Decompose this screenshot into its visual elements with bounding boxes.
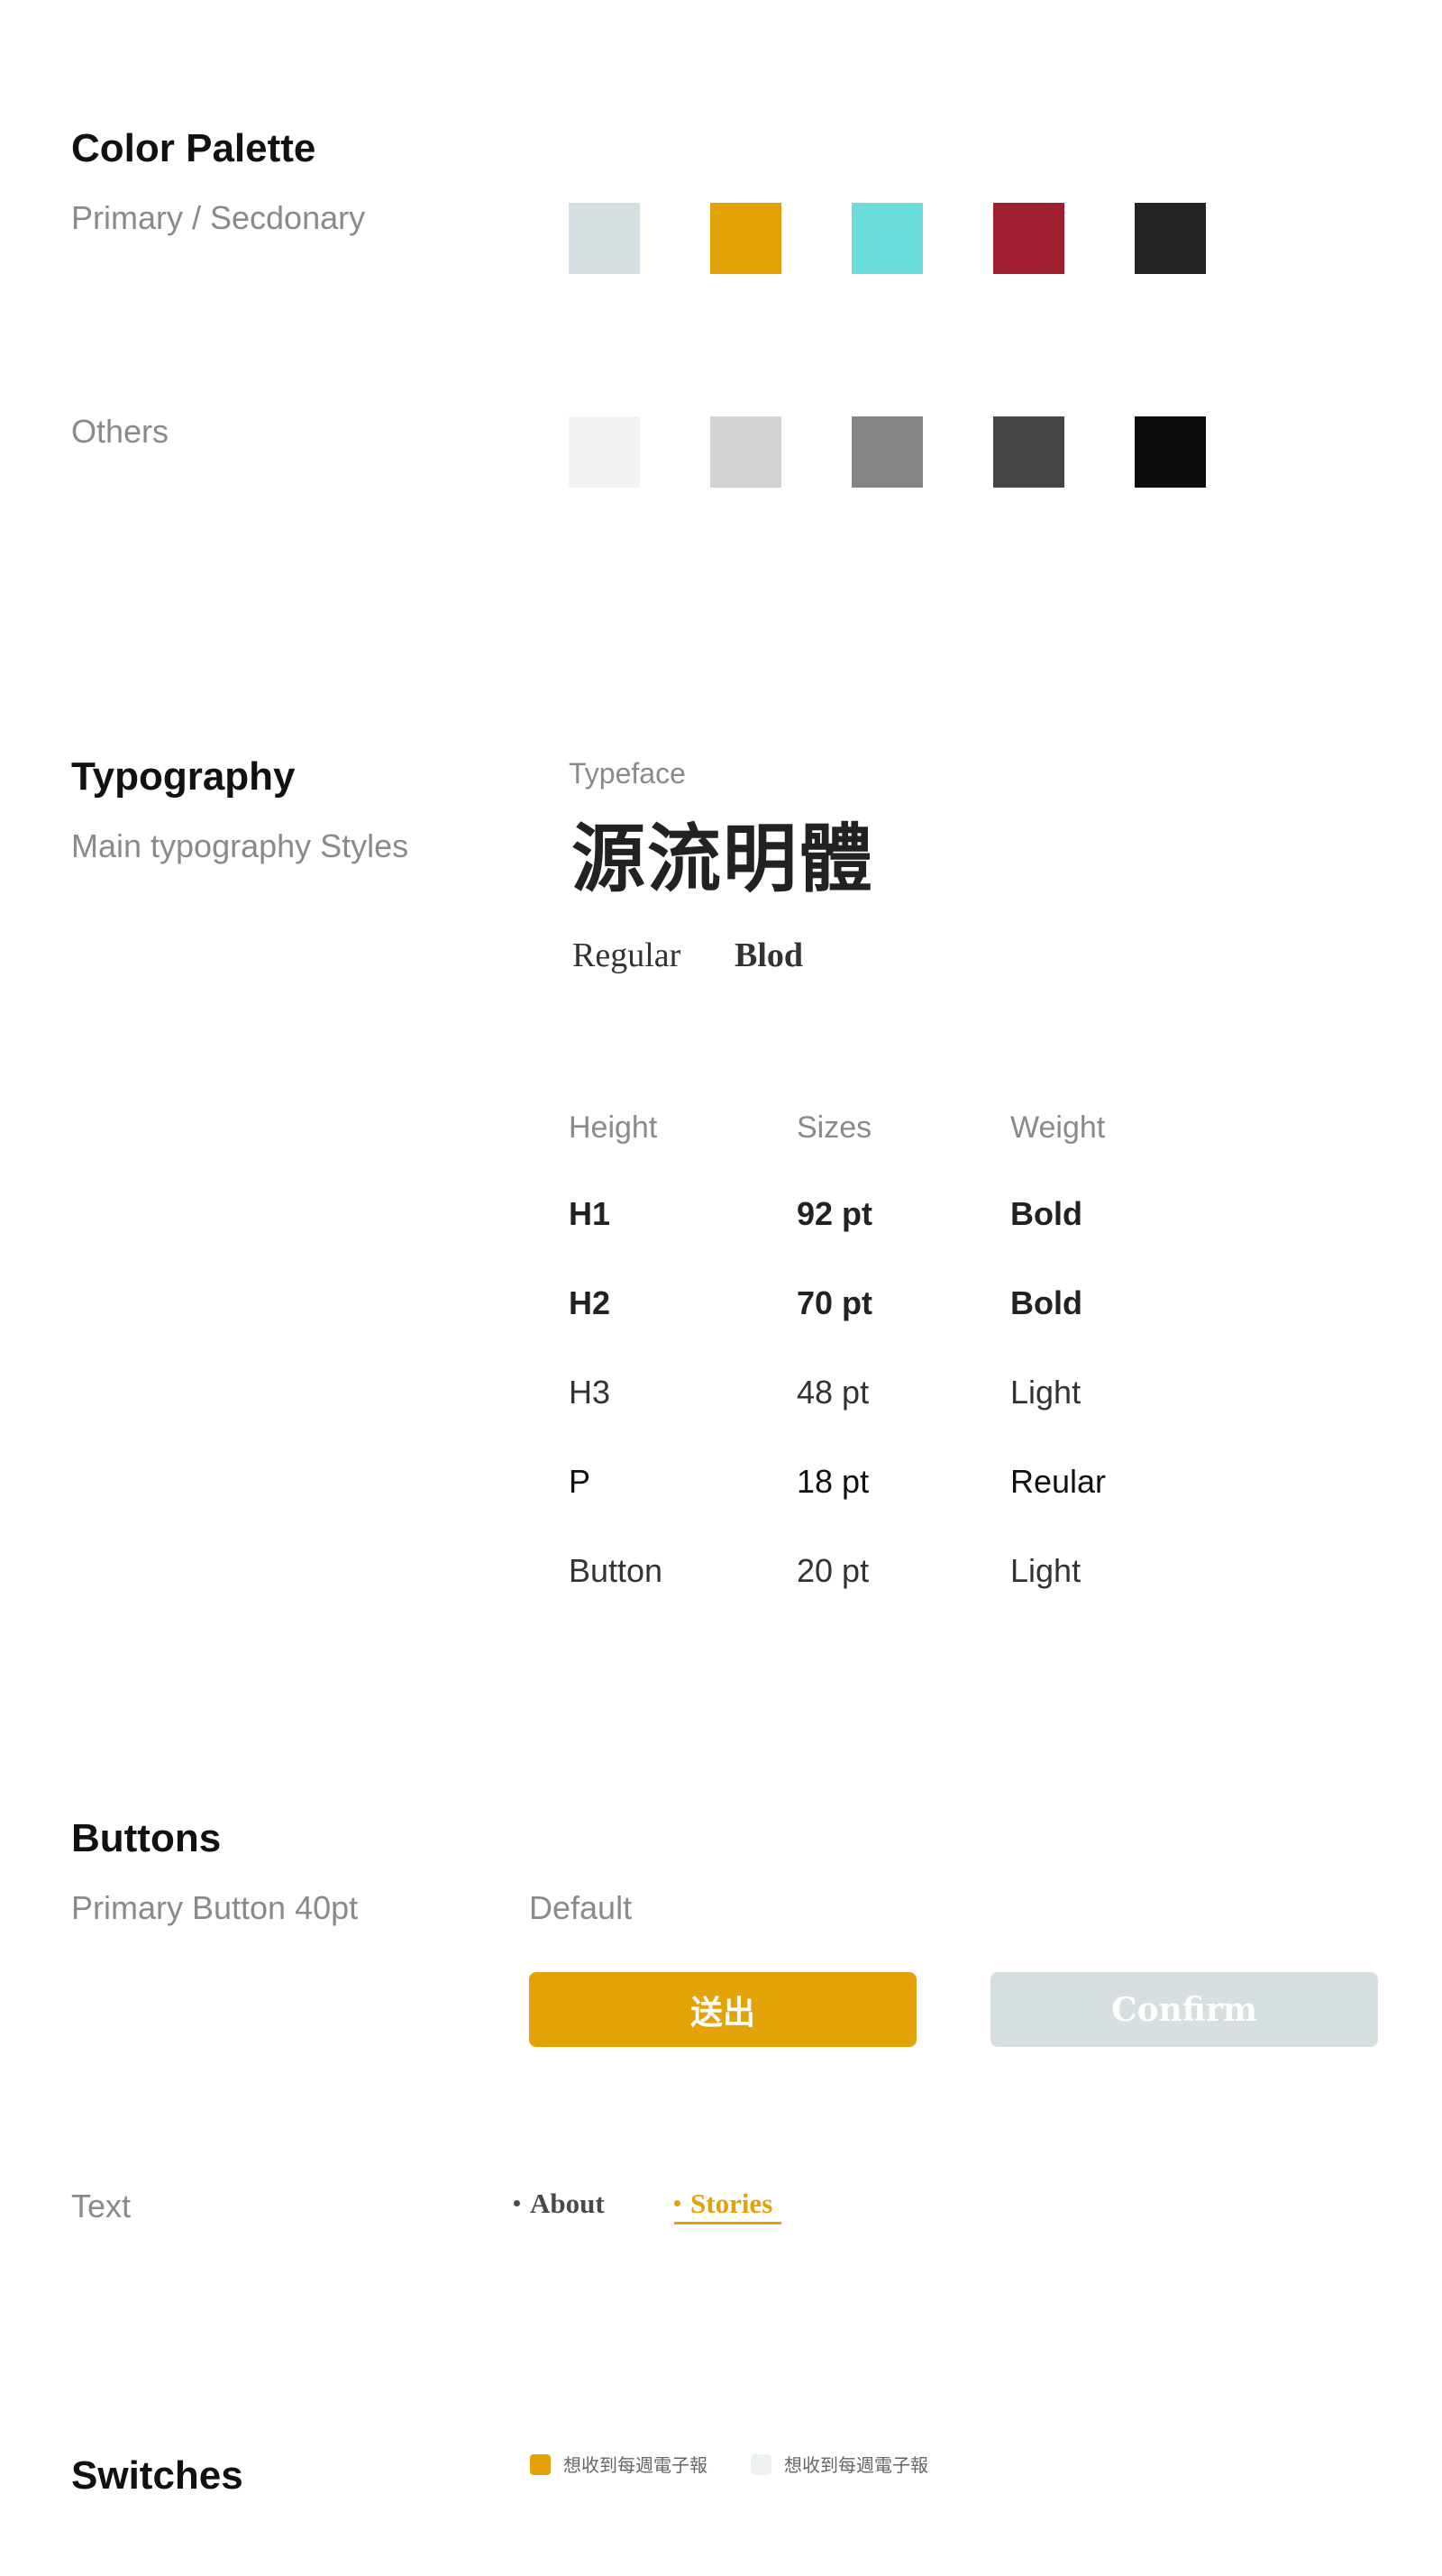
table-cell-height: H1: [569, 1195, 611, 1232]
table-cell-size: 18 pt: [797, 1463, 870, 1500]
typeface-label: Typeface: [569, 757, 686, 790]
table-cell-weight: Light: [1010, 1374, 1082, 1411]
table-cell-size: 70 pt: [797, 1284, 873, 1321]
bullet-dot-icon: [514, 2200, 520, 2206]
text-links-label: Text: [71, 2188, 132, 2224]
swatch-primary-3: [852, 203, 923, 274]
table-cell-size: 92 pt: [797, 1195, 873, 1232]
swatch-other-2: [710, 416, 781, 488]
table-cell-height: Button: [569, 1552, 663, 1589]
swatch-primary-4: [993, 203, 1064, 274]
table-header-height: Height: [569, 1110, 658, 1145]
swatch-other-4: [993, 416, 1064, 488]
swatch-primary-1: [569, 203, 640, 274]
table-header-weight: Weight: [1010, 1110, 1106, 1145]
switches-title: Switches: [71, 2453, 243, 2498]
newsletter-checkbox-unchecked[interactable]: 想收到每週電子報: [751, 2454, 928, 2475]
newsletter-checkbox-checked[interactable]: 想收到每週電子報: [530, 2454, 707, 2475]
table-cell-height: H2: [569, 1284, 611, 1321]
weight-sample-regular: Regular: [572, 936, 681, 974]
table-cell-size: 48 pt: [797, 1374, 870, 1411]
table-header-sizes: Sizes: [797, 1110, 872, 1145]
newsletter-checkbox-label: 想收到每週電子報: [784, 2453, 928, 2476]
nav-link-about[interactable]: About: [514, 2189, 605, 2217]
nav-link-stories-label: Stories: [690, 2188, 773, 2219]
submit-button[interactable]: 送出: [529, 1972, 917, 2047]
table-cell-weight: Light: [1010, 1552, 1082, 1589]
nav-link-about-label: About: [530, 2188, 605, 2219]
swatch-other-1: [569, 416, 640, 488]
color-palette-title: Color Palette: [71, 126, 316, 170]
bullet-dot-icon: [674, 2200, 680, 2206]
weight-sample-bold: Blod: [735, 936, 804, 974]
others-label: Others: [71, 413, 169, 450]
typeface-sample: 源流明體: [571, 816, 875, 902]
swatch-primary-5: [1135, 203, 1206, 274]
nav-link-stories[interactable]: Stories: [674, 2189, 772, 2217]
confirm-button-disabled[interactable]: Confirm: [990, 1972, 1378, 2047]
typography-subtitle: Main typography Styles: [71, 827, 409, 864]
table-cell-height: P: [569, 1463, 591, 1500]
swatch-other-5: [1135, 416, 1206, 488]
table-cell-weight: Bold: [1010, 1195, 1082, 1232]
active-link-underline: [674, 2222, 781, 2224]
table-cell-height: H3: [569, 1374, 611, 1411]
newsletter-checkbox-label: 想收到每週電子報: [563, 2453, 707, 2476]
primary-secondary-label: Primary / Secdonary: [71, 199, 366, 236]
table-cell-size: 20 pt: [797, 1552, 870, 1589]
swatch-other-3: [852, 416, 923, 488]
swatch-primary-2: [710, 203, 781, 274]
table-cell-weight: Bold: [1010, 1284, 1082, 1321]
buttons-subtitle: Primary Button 40pt: [71, 1889, 359, 1926]
checkbox-unchecked-icon: [751, 2454, 771, 2475]
table-cell-weight: Reular: [1010, 1463, 1107, 1500]
button-state-label: Default: [529, 1889, 633, 1926]
checkbox-checked-icon: [530, 2454, 551, 2475]
buttons-title: Buttons: [71, 1816, 222, 1860]
typography-title: Typography: [71, 754, 296, 799]
